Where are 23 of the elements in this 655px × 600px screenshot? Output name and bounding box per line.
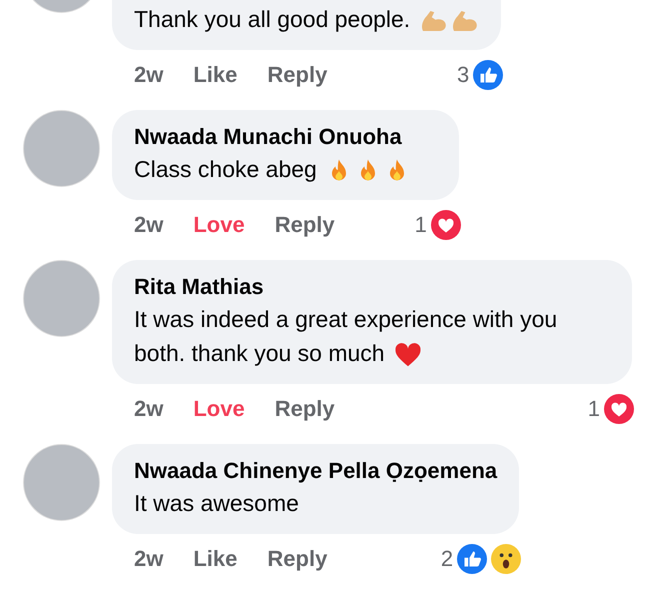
comment-text: Class choke abeg — [134, 152, 437, 186]
react-button[interactable]: Like — [193, 62, 238, 88]
reaction-count: 2 — [440, 546, 454, 572]
comment-time: 2w — [134, 62, 164, 88]
comment-text: It was indeed a great experience with you both. thank you so much — [134, 302, 610, 370]
reaction-count: 1 — [414, 212, 427, 238]
react-button[interactable]: Love — [193, 212, 245, 238]
commenter-name[interactable]: Rita Mathias — [134, 272, 610, 302]
commenter-name[interactable]: Nwaada Munachi Onuoha — [134, 122, 437, 152]
reaction-count: 3 — [456, 62, 470, 88]
comment-text: It was awesome — [134, 489, 300, 518]
reply-button[interactable]: Reply — [267, 62, 328, 88]
comment-time: 2w — [134, 546, 164, 572]
reply-button[interactable]: Reply — [267, 546, 328, 572]
reply-button[interactable]: Reply — [274, 396, 335, 422]
commenter-name[interactable]: Nwaada Chinenye Pella Ọzọemena — [134, 456, 498, 486]
comment-time: 2w — [134, 396, 164, 422]
comment-time: 2w — [134, 212, 164, 238]
comment-text: Thank you all good people. — [134, 2, 480, 36]
reaction-count: 1 — [588, 396, 600, 422]
reply-button[interactable]: Reply — [274, 212, 335, 238]
react-button[interactable]: Love — [193, 396, 245, 422]
react-button[interactable]: Like — [193, 546, 238, 572]
